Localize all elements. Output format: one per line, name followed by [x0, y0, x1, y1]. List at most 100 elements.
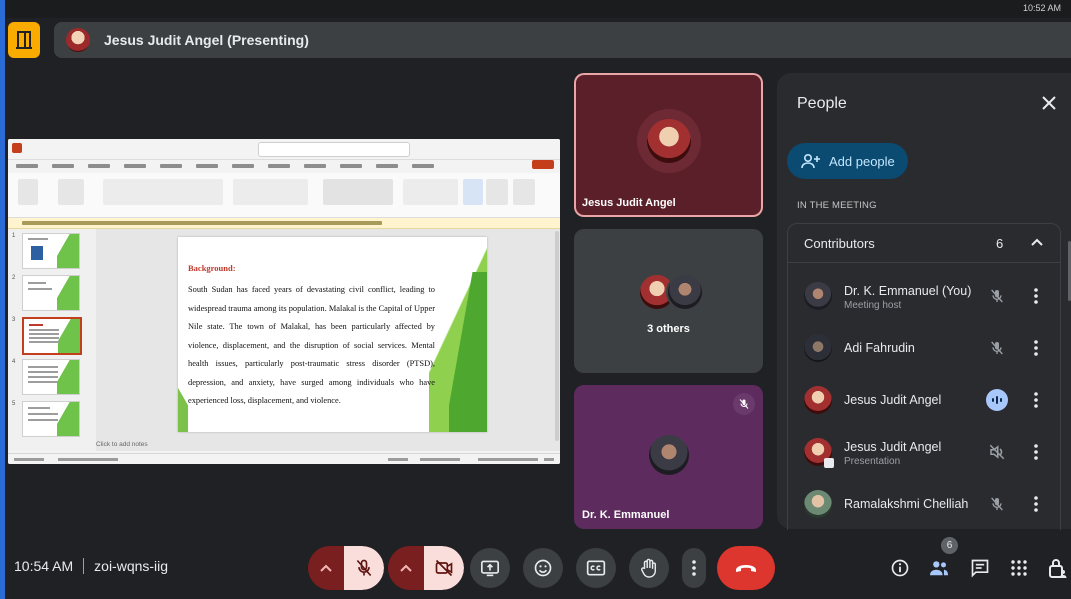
add-person-icon — [801, 153, 820, 169]
add-people-button[interactable]: Add people — [787, 143, 908, 179]
emoji-icon — [534, 559, 552, 577]
meeting-code: zoi-wqns-iig — [94, 558, 169, 574]
host-controls-button[interactable] — [1045, 556, 1069, 580]
camera-toggle-button[interactable] — [424, 546, 464, 590]
divider — [83, 558, 85, 574]
powerpoint-statusbar — [8, 453, 560, 464]
more-options-button[interactable] — [1028, 389, 1044, 411]
more-options-button[interactable] — [1028, 285, 1044, 307]
reactions-bg — [523, 548, 563, 588]
participant-row[interactable]: Dr. K. Emmanuel (You) Meeting host — [788, 270, 1060, 322]
participant-name: Dr. K. Emmanuel (You) — [844, 284, 972, 298]
presenter-avatar — [66, 28, 90, 52]
camera-off-icon — [435, 559, 453, 577]
participant-row[interactable]: Jesus Judit Angel — [788, 374, 1060, 426]
raise-hand-bg — [629, 548, 669, 588]
more-vert-icon — [1034, 444, 1038, 460]
participant-name: Ramalakshmi Chelliah — [844, 497, 969, 511]
more-vert-icon — [1034, 392, 1038, 408]
camera-control-group — [388, 546, 464, 590]
signin-infobar — [8, 218, 560, 229]
mic-status[interactable] — [986, 285, 1008, 307]
chevron-up-icon — [320, 564, 332, 572]
people-icon — [930, 561, 948, 576]
powerpoint-titlebar — [8, 139, 560, 160]
more-vert-icon — [1034, 496, 1038, 512]
closed-captions-icon — [586, 560, 606, 576]
current-slide: Background: South Sudan has faced years … — [178, 237, 487, 432]
slide-scrollbar — [555, 231, 559, 441]
reactions-button[interactable] — [523, 546, 563, 590]
participant-tile-emmanuel[interactable]: Dr. K. Emmanuel — [574, 385, 763, 529]
participant-tile-others[interactable]: 3 others — [574, 229, 763, 373]
people-button[interactable] — [927, 556, 951, 580]
mic-toggle-button[interactable] — [344, 546, 384, 590]
thumb-number: 2 — [12, 275, 16, 281]
more-options-toolbar-button[interactable] — [682, 546, 706, 590]
current-time: 10:54 AM — [14, 558, 74, 574]
mic-status[interactable] — [986, 493, 1008, 515]
presenting-chip[interactable]: Jesus Judit Angel (Presenting) — [54, 22, 1071, 58]
meeting-details-info-button[interactable] — [888, 556, 912, 580]
powerpoint-menu — [8, 160, 560, 172]
info-icon — [891, 559, 909, 577]
slide-thumbnail — [22, 401, 80, 437]
notes-placeholder: Click to add notes — [96, 441, 148, 448]
slide-canvas: Background: South Sudan has faced years … — [96, 229, 560, 451]
tile-name: Jesus Judit Angel — [582, 197, 676, 209]
meeting-details-button[interactable] — [8, 22, 40, 58]
avatar — [649, 435, 689, 475]
apps-grid-icon — [1011, 560, 1027, 576]
top-bar: Jesus Judit Angel (Presenting) — [8, 22, 1071, 58]
contributors-label: Contributors — [804, 236, 875, 251]
slide-thumbnail — [22, 233, 80, 269]
chat-button[interactable] — [968, 556, 992, 580]
panel-title: People — [797, 95, 847, 112]
raise-hand-button[interactable] — [629, 546, 669, 590]
slide-thumbnail — [22, 275, 80, 311]
presenting-label: Jesus Judit Angel (Presenting) — [104, 32, 309, 48]
captions-button[interactable] — [576, 546, 616, 590]
people-count-badge: 6 — [941, 537, 958, 554]
contributors-section: Contributors 6 Dr. K. Emmanuel (You) Mee… — [787, 223, 1061, 530]
more-vert-icon — [1034, 340, 1038, 356]
close-icon — [1042, 96, 1056, 110]
muted-indicator — [733, 393, 755, 415]
audio-settings-button[interactable] — [308, 546, 344, 590]
slide-title: Background: — [188, 263, 236, 273]
presentation-stage: 1 2 3 4 5 Background: South Sudan has fa… — [8, 139, 560, 464]
audio-status[interactable] — [986, 441, 1008, 463]
activities-button[interactable] — [1007, 556, 1031, 580]
avatar — [666, 273, 704, 311]
mic-off-icon — [739, 399, 749, 409]
thumb-number: 3 — [12, 317, 16, 323]
chevron-up-icon — [400, 564, 412, 572]
present-now-button[interactable] — [470, 546, 510, 590]
more-options-button[interactable] — [1028, 493, 1044, 515]
avatar — [647, 119, 691, 163]
participant-row[interactable]: Ramalakshmi Chelliah — [788, 478, 1060, 530]
others-count-label: 3 others — [647, 323, 690, 335]
bottom-toolbar: 10:54 AM zoi-wqns-iig — [0, 538, 1071, 599]
contributors-header[interactable]: Contributors 6 — [788, 224, 1060, 263]
powerpoint-share-button — [532, 160, 554, 169]
video-settings-button[interactable] — [388, 546, 424, 590]
hang-up-icon — [736, 565, 756, 572]
participant-role: Meeting host — [844, 300, 902, 311]
door-icon — [16, 31, 32, 49]
mic-status[interactable] — [986, 337, 1008, 359]
leave-call-bg — [717, 546, 775, 590]
more-options-button[interactable] — [1028, 441, 1044, 463]
more-options-button[interactable] — [1028, 337, 1044, 359]
avatar — [804, 490, 832, 518]
close-panel-button[interactable] — [1039, 93, 1059, 113]
leave-call-button[interactable] — [717, 546, 775, 590]
thumb-number: 1 — [12, 233, 16, 239]
participant-row[interactable]: Adi Fahrudin — [788, 322, 1060, 374]
participant-row[interactable]: Jesus Judit Angel Presentation — [788, 426, 1060, 478]
participant-tile-jesus[interactable]: Jesus Judit Angel — [574, 73, 763, 217]
mic-status[interactable] — [986, 389, 1008, 411]
presentation-badge-icon — [824, 458, 834, 468]
more-vert-icon — [692, 560, 696, 576]
section-label: IN THE MEETING — [797, 200, 877, 211]
